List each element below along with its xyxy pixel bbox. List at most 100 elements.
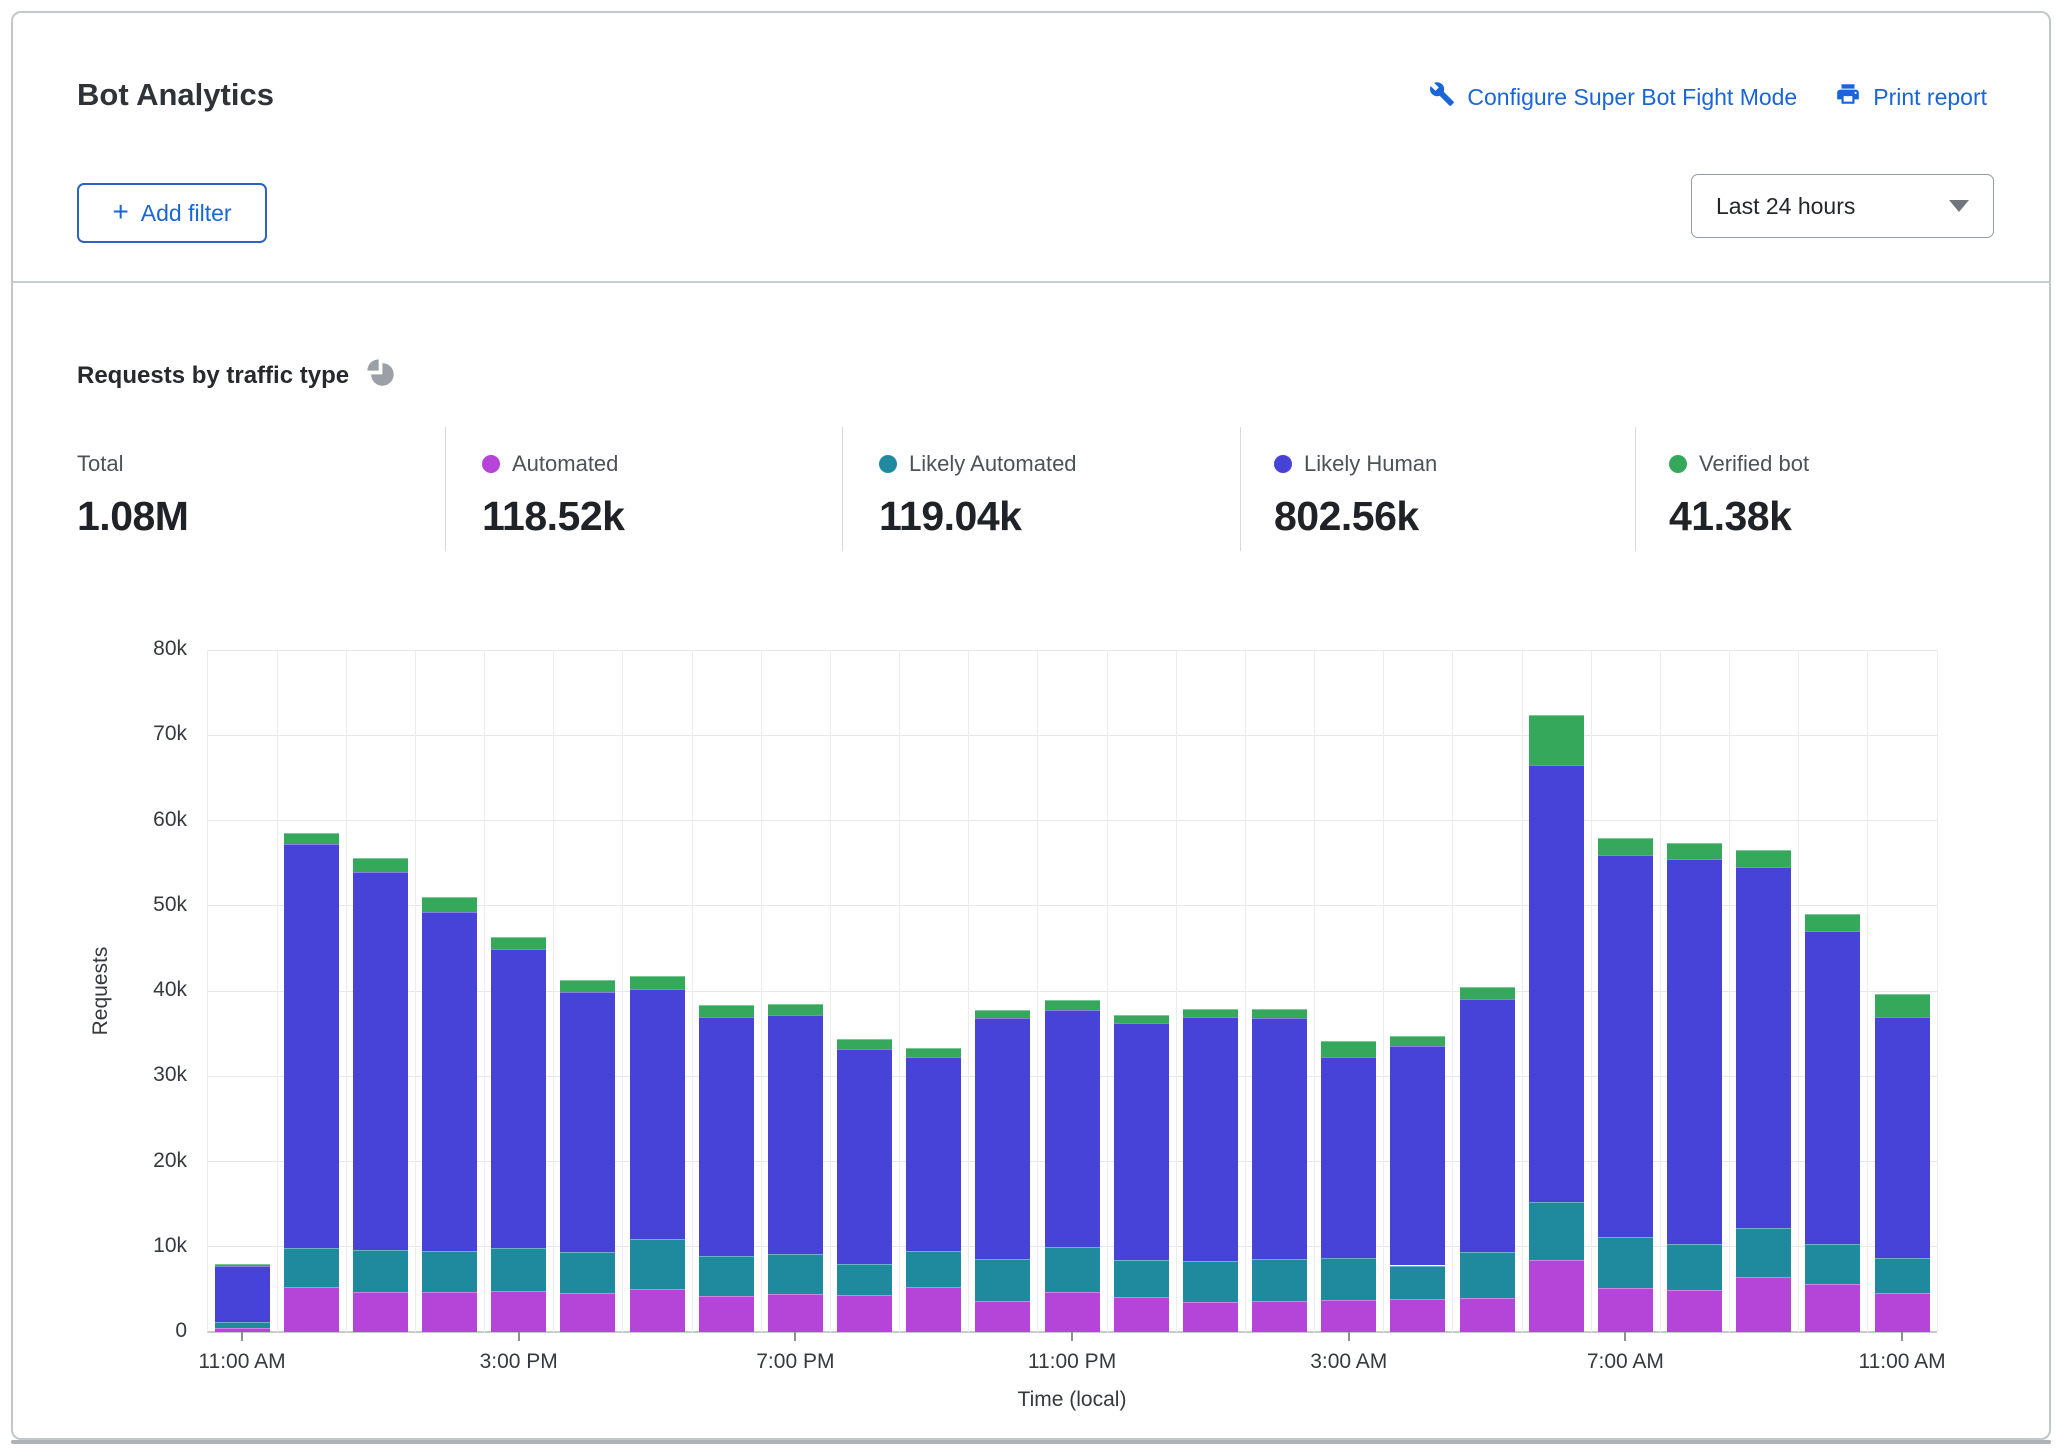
bar-segment-automated[interactable] [975,1301,1030,1332]
bar-segment-likely-human[interactable] [768,1015,823,1254]
bar-segment-likely-automated[interactable] [284,1248,339,1286]
bar-segment-automated[interactable] [1252,1301,1307,1332]
bar-segment-likely-automated[interactable] [906,1251,961,1287]
bar-segment-verified-bot[interactable] [1529,715,1584,765]
bar-segment-verified-bot[interactable] [768,1004,823,1015]
bar-segment-verified-bot[interactable] [1183,1009,1238,1018]
bar-segment-automated[interactable] [1875,1293,1930,1332]
bar-segment-automated[interactable] [1460,1298,1515,1332]
bar-segment-verified-bot[interactable] [1736,850,1791,866]
bar-segment-likely-human[interactable] [975,1018,1030,1258]
bar-segment-likely-automated[interactable] [1114,1260,1169,1297]
bar-segment-verified-bot[interactable] [215,1264,270,1267]
bar-segment-automated[interactable] [560,1293,615,1332]
bar-segment-automated[interactable] [284,1287,339,1332]
bar-segment-likely-automated[interactable] [215,1322,270,1328]
bar-segment-verified-bot[interactable] [630,976,685,990]
bar-segment-likely-automated[interactable] [1667,1244,1722,1290]
bar-segment-likely-human[interactable] [1667,859,1722,1244]
bar-segment-likely-automated[interactable] [768,1254,823,1295]
bar-segment-verified-bot[interactable] [1045,1000,1100,1009]
bar-segment-likely-automated[interactable] [422,1251,477,1292]
bar-segment-likely-human[interactable] [422,912,477,1251]
bar-segment-likely-human[interactable] [1460,999,1515,1252]
bar-segment-automated[interactable] [1045,1292,1100,1332]
bar-segment-likely-human[interactable] [699,1017,754,1256]
bar-segment-verified-bot[interactable] [975,1010,1030,1019]
bar-segment-automated[interactable] [1390,1299,1445,1332]
bar-segment-likely-automated[interactable] [1875,1258,1930,1293]
bar-segment-verified-bot[interactable] [1390,1036,1445,1046]
bar-segment-likely-human[interactable] [1114,1023,1169,1260]
bar-segment-likely-human[interactable] [1598,855,1653,1237]
bar-segment-automated[interactable] [1529,1260,1584,1332]
bar-segment-automated[interactable] [1667,1290,1722,1332]
bar-segment-automated[interactable] [837,1295,892,1332]
bar-segment-automated[interactable] [1114,1297,1169,1332]
bar-segment-likely-automated[interactable] [699,1256,754,1296]
bar-segment-automated[interactable] [353,1292,408,1332]
bar-segment-verified-bot[interactable] [1252,1009,1307,1018]
bar-segment-verified-bot[interactable] [1598,838,1653,855]
bar-segment-likely-human[interactable] [1805,931,1860,1244]
bar-segment-likely-human[interactable] [1875,1017,1930,1258]
bar-segment-likely-automated[interactable] [1321,1258,1376,1301]
bar-segment-likely-automated[interactable] [1529,1202,1584,1260]
bar-segment-automated[interactable] [1805,1284,1860,1332]
bar-segment-automated[interactable] [422,1292,477,1332]
bar-segment-likely-automated[interactable] [1252,1259,1307,1302]
bar-segment-automated[interactable] [1321,1300,1376,1332]
bar-segment-verified-bot[interactable] [353,858,408,872]
bar-segment-verified-bot[interactable] [699,1005,754,1017]
bar-segment-likely-human[interactable] [630,989,685,1239]
bar-segment-likely-human[interactable] [1183,1017,1238,1261]
bar-segment-verified-bot[interactable] [906,1048,961,1057]
bar-segment-likely-human[interactable] [1321,1057,1376,1257]
bar-segment-verified-bot[interactable] [560,980,615,992]
bar-segment-automated[interactable] [1598,1288,1653,1332]
bar-segment-likely-automated[interactable] [975,1259,1030,1302]
bar-segment-likely-human[interactable] [284,844,339,1248]
bar-segment-likely-human[interactable] [353,872,408,1251]
bar-segment-verified-bot[interactable] [1321,1041,1376,1057]
bar-segment-automated[interactable] [1183,1302,1238,1332]
bar-segment-automated[interactable] [630,1289,685,1332]
bar-segment-likely-automated[interactable] [1805,1244,1860,1284]
bar-segment-likely-human[interactable] [491,949,546,1247]
bar-segment-likely-human[interactable] [1252,1018,1307,1258]
bar-segment-verified-bot[interactable] [1460,987,1515,999]
bar-segment-likely-human[interactable] [215,1266,270,1321]
bar-segment-likely-automated[interactable] [630,1239,685,1289]
bar-segment-likely-human[interactable] [1045,1010,1100,1247]
bar-segment-likely-automated[interactable] [1183,1261,1238,1302]
x-gridline [1107,650,1108,1332]
bar-segment-likely-human[interactable] [837,1049,892,1264]
bar-segment-likely-human[interactable] [560,992,615,1252]
bar-segment-likely-automated[interactable] [837,1264,892,1296]
bar-segment-automated[interactable] [491,1291,546,1332]
bar-segment-automated[interactable] [699,1296,754,1332]
bar-segment-likely-human[interactable] [906,1057,961,1251]
bar-segment-likely-automated[interactable] [353,1250,408,1292]
bar-segment-likely-human[interactable] [1529,765,1584,1202]
bar-segment-automated[interactable] [906,1287,961,1332]
bar-segment-verified-bot[interactable] [1805,914,1860,931]
bar-segment-verified-bot[interactable] [1114,1015,1169,1024]
bar-segment-likely-automated[interactable] [1598,1237,1653,1288]
bar-segment-verified-bot[interactable] [491,937,546,949]
bar-segment-likely-automated[interactable] [560,1252,615,1293]
bar-segment-likely-automated[interactable] [491,1248,546,1291]
bar-segment-likely-automated[interactable] [1045,1247,1100,1292]
bar-segment-verified-bot[interactable] [1875,994,1930,1016]
bar-segment-automated[interactable] [768,1294,823,1332]
bar-segment-likely-automated[interactable] [1390,1266,1445,1299]
bar-segment-verified-bot[interactable] [837,1039,892,1049]
bar-segment-verified-bot[interactable] [422,897,477,911]
bar-segment-likely-human[interactable] [1736,867,1791,1228]
bar-segment-verified-bot[interactable] [284,833,339,844]
bar-segment-verified-bot[interactable] [1667,843,1722,859]
bar-segment-automated[interactable] [1736,1277,1791,1332]
bar-segment-likely-automated[interactable] [1460,1252,1515,1298]
bar-segment-likely-automated[interactable] [1736,1228,1791,1277]
bar-segment-likely-human[interactable] [1390,1046,1445,1265]
